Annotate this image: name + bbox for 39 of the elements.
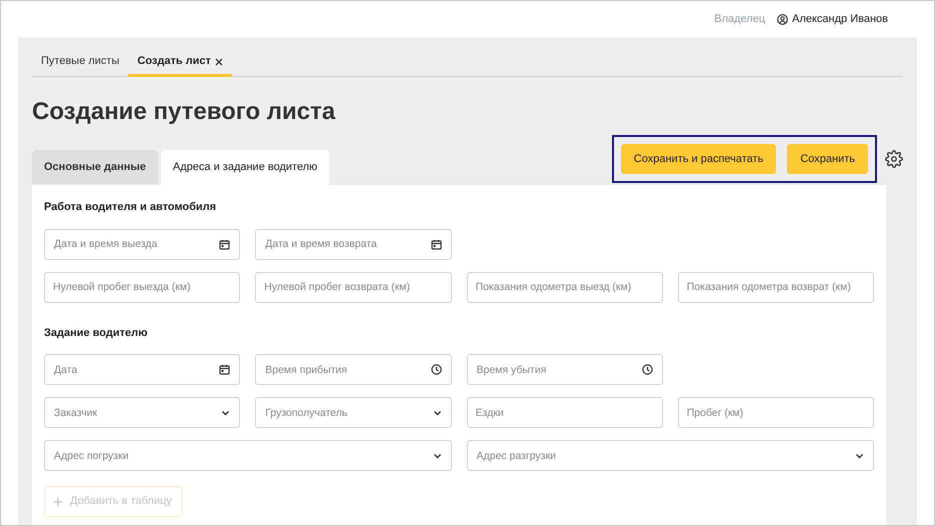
user-role: Владелец xyxy=(714,12,766,27)
chevron-down-icon[interactable] xyxy=(221,410,230,416)
chevron-down-icon[interactable] xyxy=(432,410,442,416)
dropdown-field[interactable]: Адрес разгрузки xyxy=(466,440,874,471)
input-field[interactable]: Нулевой пробег возврата (км) xyxy=(255,272,452,302)
save-button[interactable]: Сохранить xyxy=(787,144,868,174)
date-field[interactable]: Дата xyxy=(44,354,240,385)
page-tab[interactable]: Создать лист xyxy=(128,49,232,77)
clock-icon[interactable] xyxy=(642,364,653,375)
calendar-icon[interactable] xyxy=(219,238,230,250)
settings-icon[interactable] xyxy=(885,150,903,168)
save-button[interactable]: Сохранить и распечатать xyxy=(620,144,776,174)
page-title: Создание путевого листа xyxy=(32,97,336,127)
dropdown-field[interactable]: Заказчик xyxy=(44,397,240,428)
input-field[interactable]: Показания одометра выезд (км) xyxy=(466,272,663,302)
user-name[interactable]: Александр Иванов xyxy=(792,10,888,28)
calendar-icon[interactable] xyxy=(430,238,442,250)
chevron-down-icon[interactable] xyxy=(855,452,864,458)
time-field[interactable]: Время прибытия xyxy=(255,354,452,385)
close-icon[interactable] xyxy=(214,58,223,66)
dropdown-field[interactable]: Адрес погрузки xyxy=(44,440,452,471)
section-title: Задание водителю xyxy=(44,326,149,340)
plus-icon xyxy=(54,498,62,506)
input-field[interactable]: Ездки xyxy=(466,397,663,428)
time-field[interactable]: Время убытия xyxy=(466,354,663,385)
dropdown-field[interactable]: Грузополучатель xyxy=(255,397,452,428)
form-tab[interactable]: Адреса и задание водителю xyxy=(160,150,330,185)
input-field[interactable]: Пробег (км) xyxy=(678,397,874,428)
calendar-icon[interactable] xyxy=(219,364,230,375)
date-field[interactable]: Дата и время выезда xyxy=(44,228,240,260)
input-field[interactable]: Нулевой пробег выезда (км) xyxy=(44,272,240,302)
input-field[interactable]: Показания одометра возврат (км) xyxy=(678,272,874,302)
chevron-down-icon[interactable] xyxy=(432,452,442,458)
date-field[interactable]: Дата и время возврата xyxy=(255,228,452,260)
form-tab[interactable]: Основные данные xyxy=(32,150,158,184)
section-title: Работа водителя и автомобиля xyxy=(44,200,218,215)
clock-icon[interactable] xyxy=(430,364,442,375)
page-tab[interactable]: Путевые листы xyxy=(32,49,128,77)
user-icon xyxy=(777,14,788,24)
